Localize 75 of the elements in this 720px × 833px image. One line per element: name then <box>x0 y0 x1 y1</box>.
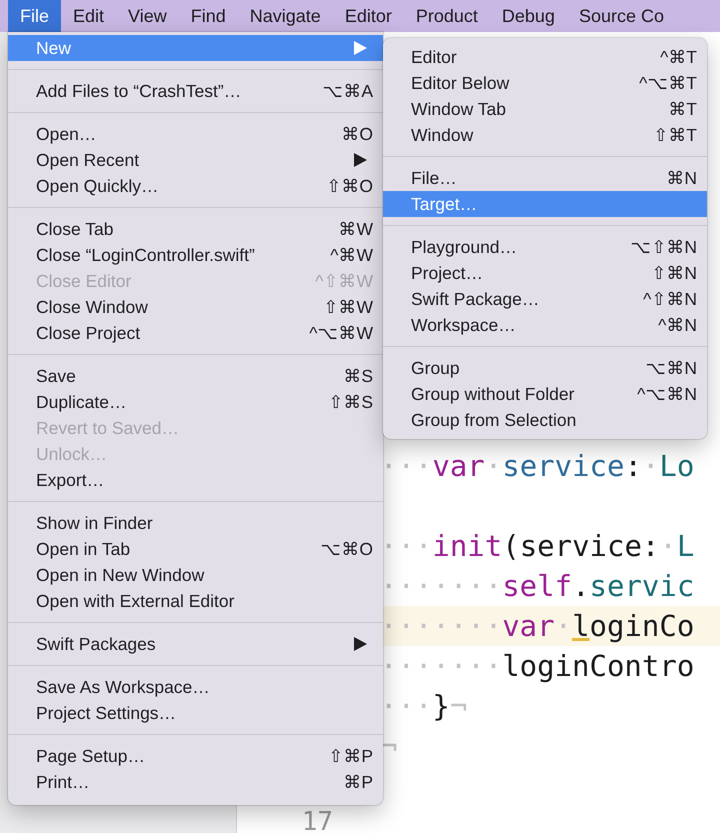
shortcut-label: ^⌥⌘W <box>309 322 373 344</box>
code-text: ·······self.servic <box>380 569 694 603</box>
menu-bar-item[interactable]: Editor <box>332 0 404 32</box>
menu-item[interactable]: Duplicate… ⇧⌘S <box>8 389 383 415</box>
shortcut-label: ⇧⌘S <box>328 392 373 412</box>
submenu-arrow-icon <box>354 41 367 55</box>
code-text: ·······loginContro <box>380 649 694 683</box>
shortcut-label: ⌘P <box>343 772 373 792</box>
menu-item[interactable]: Show in Finder <box>8 510 383 536</box>
menu-item[interactable]: Swift Packages <box>8 631 383 657</box>
shortcut-label: ^⇧⌘N <box>643 288 697 310</box>
menu-item[interactable]: Workspace… ^⌘N <box>383 312 707 338</box>
shortcut-label: ⇧⌘W <box>323 296 373 318</box>
code-text: ···init(service:·L <box>380 529 694 563</box>
submenu-arrow-icon <box>354 153 367 167</box>
menu-item[interactable]: Open in Tab ⌥⌘O <box>8 536 383 562</box>
menu-item[interactable]: Group ⌥⌘N <box>383 355 707 381</box>
menu-bar-item[interactable]: Source Co <box>566 0 676 32</box>
menu-item[interactable]: Close Tab ⌘W <box>8 216 383 242</box>
shortcut-label: ^⌘T <box>660 46 697 68</box>
menu-item[interactable]: Open Recent <box>8 147 383 173</box>
code-text: ···}¬ <box>380 689 468 723</box>
menu-bar-item[interactable]: Find <box>178 0 238 32</box>
shortcut-label: ⇧⌘O <box>326 176 373 196</box>
menu-item[interactable]: Close “LoginController.swift” ^⌘W <box>8 242 383 268</box>
shortcut-label: ⌘W <box>338 218 373 240</box>
shortcut-label: ^⇧⌘W <box>315 270 373 292</box>
shortcut-label: ^⌥⌘N <box>637 384 697 404</box>
shortcut-label: ^⌘W <box>330 244 373 266</box>
menu-item[interactable]: Window Tab ⌘T <box>383 96 707 122</box>
menu-item[interactable]: Save ⌘S <box>8 363 383 389</box>
shortcut-label: ⇧⌘N <box>651 262 697 284</box>
menu-item[interactable]: Window ⇧⌘T <box>383 122 707 148</box>
submenu-arrow-icon <box>354 637 367 651</box>
menu-item[interactable]: Open with External Editor <box>8 588 383 614</box>
shortcut-label: ⌥⌘N <box>645 358 697 378</box>
menu-item[interactable]: Export… <box>8 467 383 493</box>
menu-bar-item[interactable]: View <box>116 0 179 32</box>
menu-item[interactable]: Open Quickly… ⇧⌘O <box>8 173 383 199</box>
shortcut-label: ⌘S <box>343 366 373 386</box>
shortcut-label: ⌥⌘A <box>322 80 373 102</box>
menu-bar-item[interactable]: Edit <box>61 0 116 32</box>
menu-item[interactable]: Save As Workspace… <box>8 674 383 700</box>
code-text: ···var·service:·Lo <box>380 449 694 483</box>
menu-item[interactable]: Print… ⌘P <box>8 769 383 795</box>
menu-item[interactable]: Add Files to “CrashTest”… ⌥⌘A <box>8 78 383 104</box>
shortcut-label: ⌘N <box>666 168 697 188</box>
menu-item[interactable]: Editor ^⌘T <box>383 44 707 70</box>
menu-item[interactable]: Playground… ⌥⇧⌘N <box>383 234 707 260</box>
shortcut-label: ^⌥⌘T <box>639 72 697 94</box>
menu-item[interactable]: Group from Selection <box>383 407 707 433</box>
menu-item[interactable]: File… ⌘N <box>383 165 707 191</box>
shortcut-label: ⌥⌘O <box>320 538 373 560</box>
menu-item[interactable]: Swift Package… ^⇧⌘N <box>383 286 707 312</box>
shortcut-label: ⌥⇧⌘N <box>630 236 697 258</box>
menu-bar-item[interactable]: File <box>8 0 62 32</box>
menu-item[interactable]: Close Project ^⌥⌘W <box>8 320 383 346</box>
shortcut-label: ⌘T <box>668 98 697 120</box>
shortcut-label: ⇧⌘T <box>653 124 697 146</box>
menu-item[interactable]: Editor Below ^⌥⌘T <box>383 70 707 96</box>
menu-bar-item[interactable]: Product <box>404 0 490 32</box>
code-text: ·······var·loginCo <box>380 609 694 643</box>
menu-bar-item[interactable]: Debug <box>490 0 567 32</box>
menu-item[interactable]: Open in New Window <box>8 562 383 588</box>
menu-item[interactable]: Open… ⌘O <box>8 121 383 147</box>
menu-bar-item[interactable]: Navigate <box>238 0 333 32</box>
menu-item[interactable]: Project… ⇧⌘N <box>383 260 707 286</box>
menu-item[interactable]: Close Window ⇧⌘W <box>8 294 383 320</box>
shortcut-label: ⇧⌘P <box>328 746 373 766</box>
menu-item[interactable]: Page Setup… ⇧⌘P <box>8 743 383 769</box>
menu-item[interactable]: Group without Folder ^⌥⌘N <box>383 381 707 407</box>
menu-item[interactable]: Project Settings… <box>8 700 383 726</box>
shortcut-label: ⌘O <box>341 124 373 144</box>
shortcut-label: ^⌘N <box>658 314 697 336</box>
line-number: 17 <box>302 807 333 833</box>
